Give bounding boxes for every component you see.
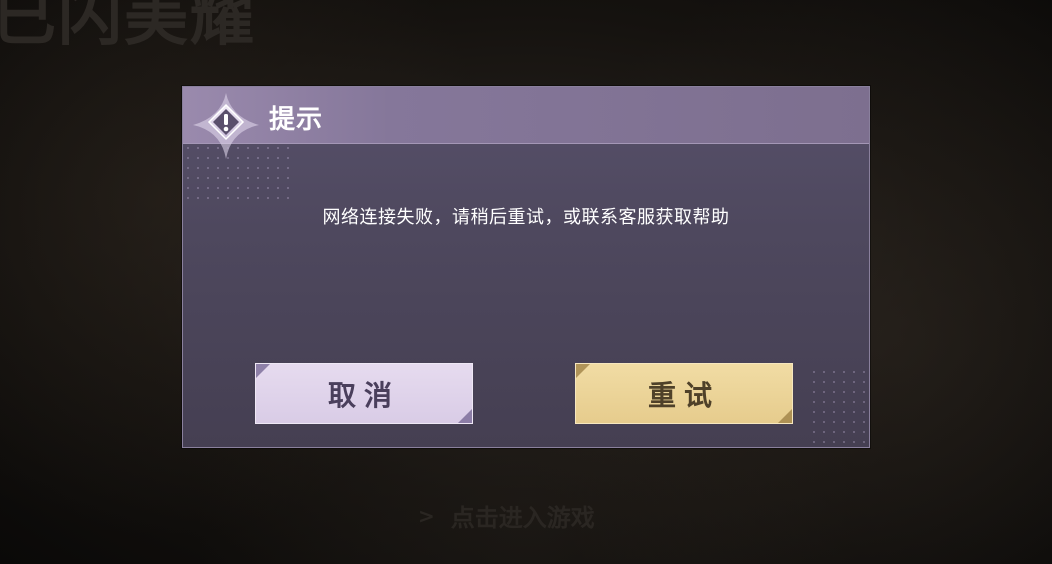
- dialog-message: 网络连接失败，请稍后重试，或联系客服获取帮助: [322, 207, 730, 228]
- game-screen: 已闪美耀 > 点击进入游戏 提示 网络连接失败，请稍后重试，或联系客服获取帮助: [0, 0, 1052, 564]
- decorative-dots: [809, 367, 869, 447]
- enter-game-label: 点击进入游戏: [450, 504, 595, 532]
- cancel-button[interactable]: 取消: [255, 363, 473, 424]
- background-logo: 已闪美耀: [0, 0, 256, 55]
- corner-decoration: [458, 409, 472, 423]
- arrow-icon: >: [418, 503, 435, 528]
- corner-decoration: [576, 364, 590, 378]
- retry-button-label: 重试: [647, 378, 720, 412]
- corner-decoration: [778, 409, 792, 423]
- decorative-dots: [183, 143, 293, 203]
- dialog-title: 提示: [269, 105, 324, 135]
- enter-game-prompt: > 点击进入游戏: [418, 498, 595, 533]
- cancel-button-label: 取消: [327, 378, 400, 412]
- alert-dialog: 提示 网络连接失败，请稍后重试，或联系客服获取帮助 取消 重试: [182, 86, 870, 448]
- dialog-header: 提示: [183, 87, 869, 144]
- corner-decoration: [256, 364, 270, 378]
- retry-button[interactable]: 重试: [575, 363, 793, 424]
